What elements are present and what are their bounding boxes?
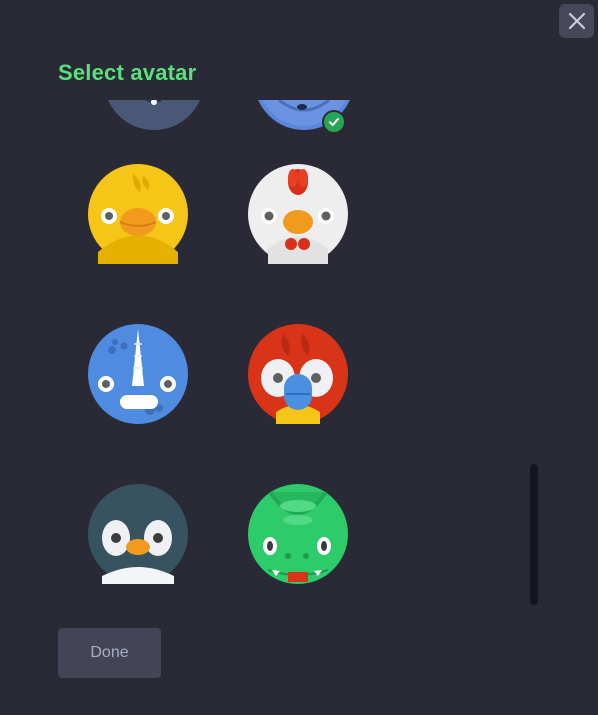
close-button[interactable] xyxy=(559,4,594,38)
done-button[interactable]: Done xyxy=(58,628,161,678)
avatar-dialog: Select avatar Done xyxy=(0,0,598,715)
scrollbar-thumb[interactable] xyxy=(530,464,538,605)
dialog-title: Select avatar xyxy=(58,60,197,85)
check-icon xyxy=(329,118,339,126)
avatar-owl[interactable] xyxy=(104,100,204,130)
avatar-parrot[interactable] xyxy=(248,324,348,424)
avatar-duck[interactable] xyxy=(88,164,188,264)
selected-badge xyxy=(322,110,346,134)
avatar-rhino[interactable] xyxy=(88,324,188,424)
avatar-penguin[interactable] xyxy=(88,484,188,584)
avatar-chicken[interactable] xyxy=(248,164,348,264)
avatar-dinosaur[interactable] xyxy=(248,484,348,584)
avatar-list[interactable] xyxy=(58,100,498,610)
avatar-monster[interactable] xyxy=(254,100,354,134)
close-icon xyxy=(568,12,585,30)
